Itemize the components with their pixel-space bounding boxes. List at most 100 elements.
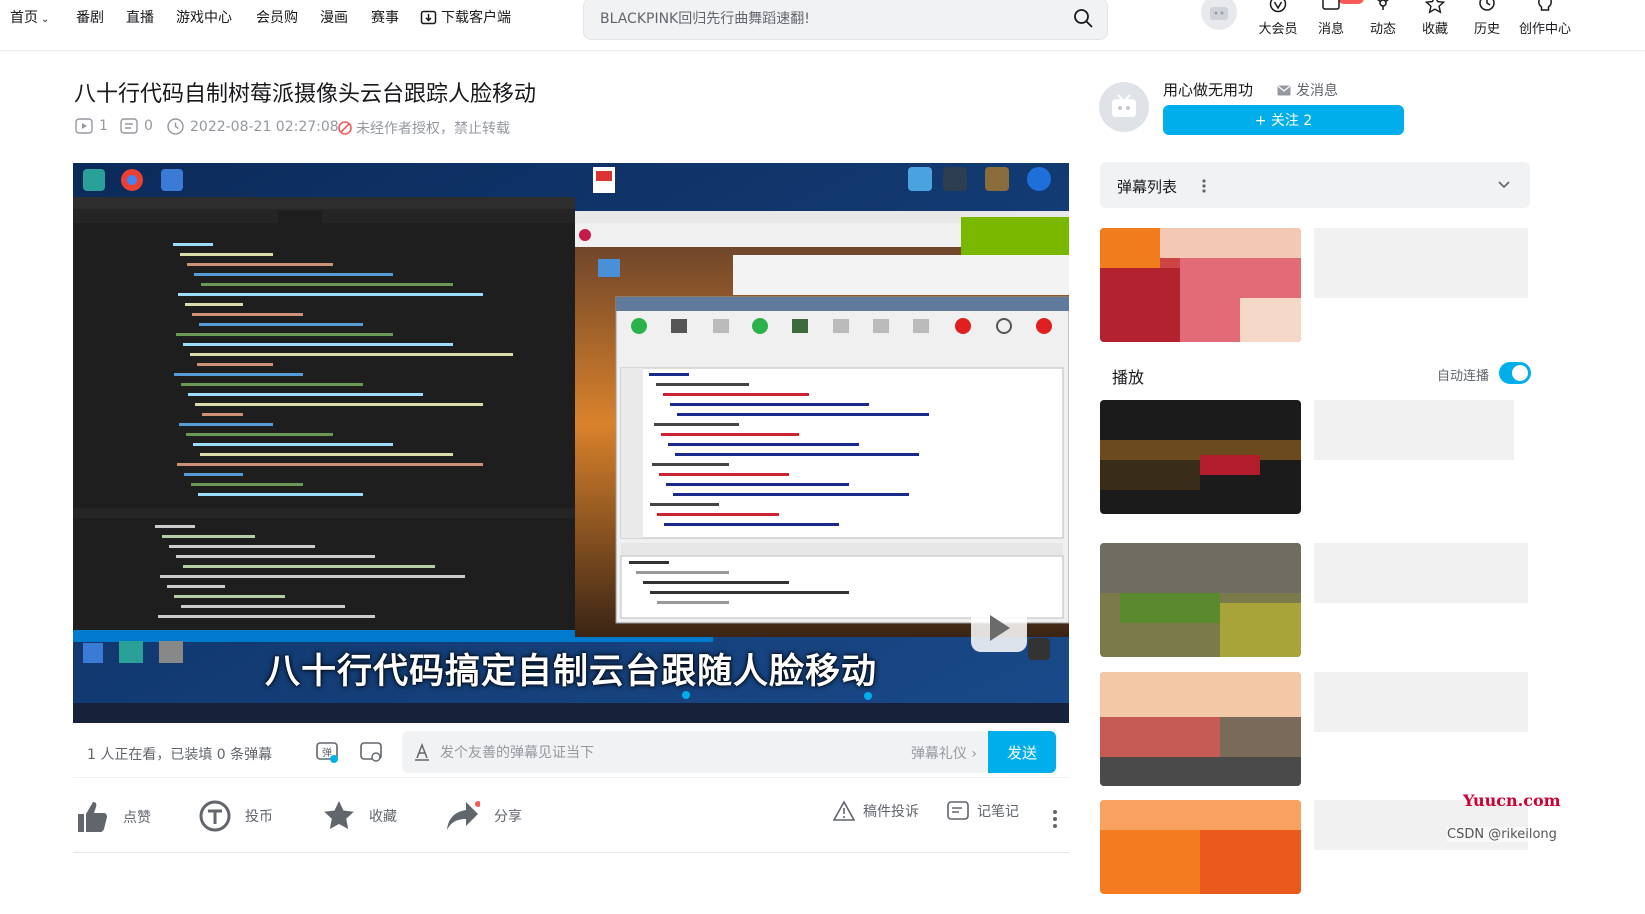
search-input[interactable] xyxy=(598,7,1052,31)
publish-date: 2022-08-21 02:27:08 xyxy=(167,118,339,135)
recommend-card[interactable] xyxy=(1100,672,1530,786)
message-icon xyxy=(1322,0,1340,10)
vip-icon xyxy=(1269,0,1287,13)
nav-home-label: 首页 xyxy=(10,10,38,26)
like-button[interactable]: 点赞 xyxy=(75,800,151,834)
text-style-icon[interactable] xyxy=(413,743,431,761)
favorite-label: 收藏 xyxy=(369,809,397,825)
nav-item-game-center[interactable]: 游戏中心 xyxy=(176,7,232,27)
danmaku-bar: 1 人正在看，已装填 0 条弹幕 弹 弹幕礼仪 › 发送 xyxy=(73,727,1069,778)
note-icon xyxy=(947,801,969,820)
nav-item-match[interactable]: 赛事 xyxy=(371,7,399,27)
video-player[interactable]: 八十行代码搞定自制云台跟随人脸移动 xyxy=(73,163,1069,723)
recommend-thumbnail xyxy=(1100,400,1301,514)
follow-button[interactable]: + 关注 2 xyxy=(1163,105,1404,135)
recommend-thumbnail xyxy=(1100,543,1301,657)
divider xyxy=(73,852,1069,853)
recommend-card[interactable] xyxy=(1100,228,1530,342)
toolbar-favorite-label: 收藏 xyxy=(1421,22,1448,37)
chevron-down-icon[interactable] xyxy=(1498,180,1510,190)
tv-avatar-icon xyxy=(1112,94,1136,117)
search-icon[interactable] xyxy=(1073,8,1093,28)
toolbar-favorite[interactable]: 收藏 xyxy=(1411,0,1459,37)
video-title: 八十行代码自制树莓派摄像头云台跟踪人脸移动 xyxy=(74,82,537,107)
danmaku-list-title: 弹幕列表 xyxy=(1117,178,1178,196)
send-message-label: 发消息 xyxy=(1296,83,1338,99)
star-icon xyxy=(324,801,354,829)
share-button[interactable]: 分享 xyxy=(446,800,522,832)
recommend-info xyxy=(1314,400,1528,514)
star-icon xyxy=(1425,0,1445,14)
dynamic-icon xyxy=(1377,0,1389,10)
user-avatar[interactable] xyxy=(1201,0,1237,30)
tv-avatar-icon xyxy=(1210,7,1228,20)
nav-item-mall[interactable]: 会员购 xyxy=(256,7,298,27)
autoplay-toggle[interactable] xyxy=(1499,362,1531,384)
coin-label: 投币 xyxy=(245,809,273,825)
danmaku-settings-icon[interactable] xyxy=(359,740,383,764)
windows-taskbar xyxy=(73,703,1069,723)
danmaku-count: 0 xyxy=(120,118,153,134)
danmaku-count-value: 0 xyxy=(144,118,153,134)
report-label: 稿件投诉 xyxy=(863,804,919,820)
site-watermark: Yuucn.com xyxy=(1463,791,1561,810)
toolbar-dynamic[interactable]: 动态 xyxy=(1359,0,1407,37)
warning-icon xyxy=(833,800,855,821)
recommend-info xyxy=(1314,543,1528,657)
video-frame xyxy=(73,163,1069,723)
recommend-info xyxy=(1314,800,1528,914)
report-button[interactable]: 稿件投诉 xyxy=(833,800,919,822)
viewer-status: 1 人正在看，已装填 0 条弹幕 xyxy=(87,747,273,763)
danmaku-input-box: 弹幕礼仪 › xyxy=(402,731,1057,773)
toolbar-vip[interactable]: 大会员 xyxy=(1254,0,1302,37)
lightbulb-icon xyxy=(1538,0,1552,11)
recommend-card[interactable] xyxy=(1100,543,1530,657)
note-button[interactable]: 记笔记 xyxy=(947,800,1019,822)
nav-download[interactable]: 下载客户端 xyxy=(420,7,511,27)
recommend-thumbnail xyxy=(1100,800,1301,894)
chevron-down-icon: ⌄ xyxy=(41,14,50,25)
thumbs-up-icon xyxy=(78,802,107,832)
svg-text:弹: 弹 xyxy=(322,746,332,759)
copyright-text: 未经作者授权，禁止转载 xyxy=(356,121,510,137)
clock-icon xyxy=(1479,0,1495,11)
autoplay-label: 自动连播 xyxy=(1437,369,1490,384)
danmaku-input[interactable] xyxy=(438,742,862,764)
toolbar-vip-label: 大会员 xyxy=(1258,22,1298,37)
like-label: 点赞 xyxy=(123,810,151,826)
danmaku-etiquette-link[interactable]: 弹幕礼仪 › xyxy=(911,743,977,763)
recommend-card[interactable] xyxy=(1100,800,1530,914)
nav-item-comic[interactable]: 漫画 xyxy=(320,7,348,27)
send-message-link[interactable]: 发消息 xyxy=(1277,80,1338,100)
publish-date-value: 2022-08-21 02:27:08 xyxy=(190,118,339,135)
nav-home[interactable]: 首页 ⌄ xyxy=(10,7,49,27)
nav-item-bangumi[interactable]: 番剧 xyxy=(76,7,104,27)
share-icon xyxy=(447,801,480,830)
toolbar-creator-label: 创作中心 xyxy=(1518,22,1571,37)
recommend-card[interactable] xyxy=(1100,400,1530,514)
autoplay-section-title: 播放 xyxy=(1112,368,1145,387)
toolbar-creator[interactable]: 创作中心 xyxy=(1515,0,1575,37)
toolbar-history[interactable]: 历史 xyxy=(1463,0,1511,37)
nav-item-live[interactable]: 直播 xyxy=(126,7,154,27)
csdn-watermark: CSDN @rikeilong xyxy=(1447,827,1557,842)
danmaku-list-panel[interactable]: 弹幕列表 xyxy=(1100,162,1530,208)
send-danmaku-button[interactable]: 发送 xyxy=(988,731,1056,773)
coin-icon xyxy=(199,800,231,832)
toolbar-message[interactable]: 消息 xyxy=(1307,0,1355,37)
forbidden-icon xyxy=(338,121,352,135)
coin-button[interactable]: 投币 xyxy=(199,800,273,832)
recommend-thumbnail xyxy=(1100,228,1301,342)
more-vertical-icon[interactable] xyxy=(1201,178,1207,194)
search-box xyxy=(583,0,1108,40)
danmaku-toggle-icon[interactable]: 弹 xyxy=(315,740,339,764)
danmaku-count-icon xyxy=(120,118,138,134)
favorite-button[interactable]: 收藏 xyxy=(323,800,397,832)
share-label: 分享 xyxy=(494,809,522,825)
more-menu-icon[interactable] xyxy=(1052,808,1058,830)
uploader-avatar[interactable] xyxy=(1099,82,1149,132)
uploader-name[interactable]: 用心做无用功 xyxy=(1163,79,1253,100)
clock-icon xyxy=(167,118,184,135)
view-count-value: 1 xyxy=(99,118,108,134)
toolbar-history-label: 历史 xyxy=(1473,22,1500,37)
